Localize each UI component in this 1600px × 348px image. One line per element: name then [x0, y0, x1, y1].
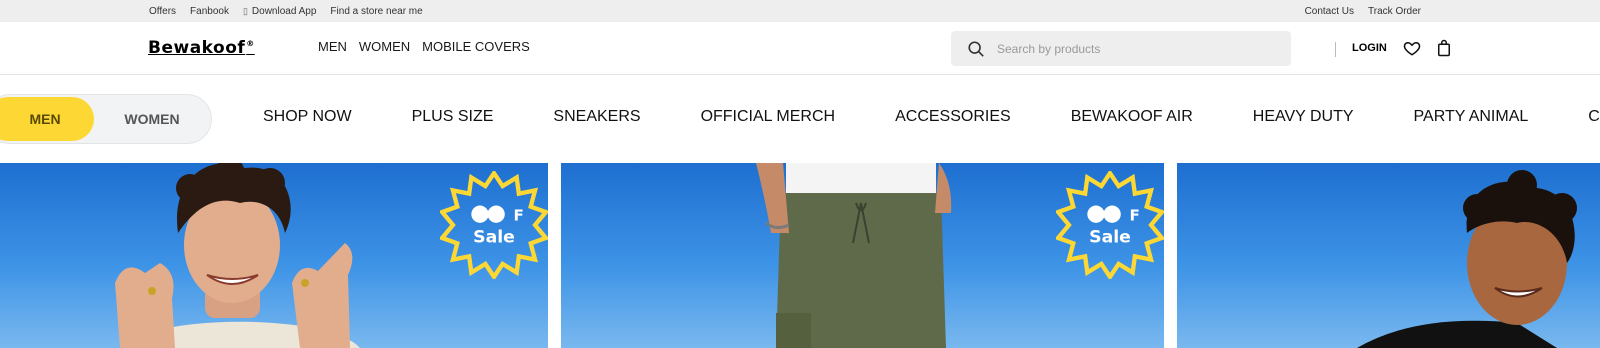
svg-text:Sale: Sale — [1089, 227, 1131, 247]
category-bar: MEN WOMEN SHOP NOW PLUS SIZE SNEAKERS OF… — [0, 75, 1600, 163]
fanbook-link[interactable]: Fanbook — [190, 6, 229, 17]
oof-sale-badge-icon: F Sale — [1056, 171, 1164, 279]
hero-banner-1[interactable]: F Sale — [0, 163, 548, 348]
login-link[interactable]: LOGIN — [1352, 42, 1387, 54]
bewakoof-logo[interactable]: Bewakoof® — [148, 38, 255, 58]
download-app-link[interactable]: ▯ Download App — [243, 6, 316, 17]
wishlist-heart-icon[interactable] — [1403, 39, 1421, 57]
site-header: Bewakoof® MEN WOMEN MOBILE COVERS LOGIN — [0, 22, 1600, 75]
category-links: SHOP NOW PLUS SIZE SNEAKERS OFFICIAL MER… — [263, 108, 1600, 126]
nav-men[interactable]: MEN — [318, 39, 347, 54]
main-nav: MEN WOMEN MOBILE COVERS — [318, 39, 530, 54]
download-app-label: Download App — [251, 5, 317, 17]
shopping-bag-icon[interactable] — [1436, 39, 1452, 57]
search-icon — [968, 40, 984, 57]
nav-women[interactable]: WOMEN — [359, 39, 410, 54]
find-store-link[interactable]: Find a store near me — [330, 6, 422, 17]
utility-links-right: Contact Us Track Order — [1305, 6, 1421, 17]
banner-3-photo — [1357, 170, 1577, 348]
category-bewakoof-air[interactable]: BEWAKOOF AIR — [1071, 108, 1193, 126]
utility-bar: Offers Fanbook ▯ Download App Find a stor… — [0, 0, 1600, 22]
header-divider — [1335, 42, 1336, 57]
track-order-link[interactable]: Track Order — [1368, 6, 1421, 17]
hero-banner-3[interactable] — [1177, 163, 1600, 348]
search-box[interactable] — [951, 31, 1291, 66]
category-shop-now[interactable]: SHOP NOW — [263, 108, 352, 126]
logo-wordmark: Bewakoof — [148, 38, 246, 58]
svg-text:F: F — [513, 207, 523, 225]
offers-link[interactable]: Offers — [149, 6, 176, 17]
gender-toggle-men[interactable]: MEN — [0, 97, 94, 141]
utility-links-left: Offers Fanbook ▯ Download App Find a stor… — [149, 6, 423, 17]
gender-toggle: MEN WOMEN — [0, 95, 211, 143]
category-heavy-duty[interactable]: HEAVY DUTY — [1253, 108, 1354, 126]
hero-banner-2[interactable]: F Sale — [561, 163, 1164, 348]
svg-text:Sale: Sale — [473, 227, 515, 247]
category-accessories[interactable]: ACCESSORIES — [895, 108, 1011, 126]
contact-us-link[interactable]: Contact Us — [1305, 6, 1354, 17]
category-cut-off[interactable]: CU — [1588, 108, 1600, 126]
registered-mark: ® — [246, 39, 255, 49]
gender-toggle-women[interactable]: WOMEN — [98, 97, 206, 141]
category-sneakers[interactable]: SNEAKERS — [553, 108, 640, 126]
category-plus-size[interactable]: PLUS SIZE — [412, 108, 494, 126]
phone-icon: ▯ — [242, 5, 248, 16]
nav-mobile-covers[interactable]: MOBILE COVERS — [422, 39, 530, 54]
hero-banner-carousel: F Sale F Sale — [0, 163, 1600, 348]
search-input[interactable] — [997, 41, 1257, 56]
category-party-animal[interactable]: PARTY ANIMAL — [1414, 108, 1529, 126]
oof-sale-badge-icon: F Sale — [440, 171, 548, 279]
category-official-merch[interactable]: OFFICIAL MERCH — [701, 108, 836, 126]
svg-text:F: F — [1129, 207, 1139, 225]
